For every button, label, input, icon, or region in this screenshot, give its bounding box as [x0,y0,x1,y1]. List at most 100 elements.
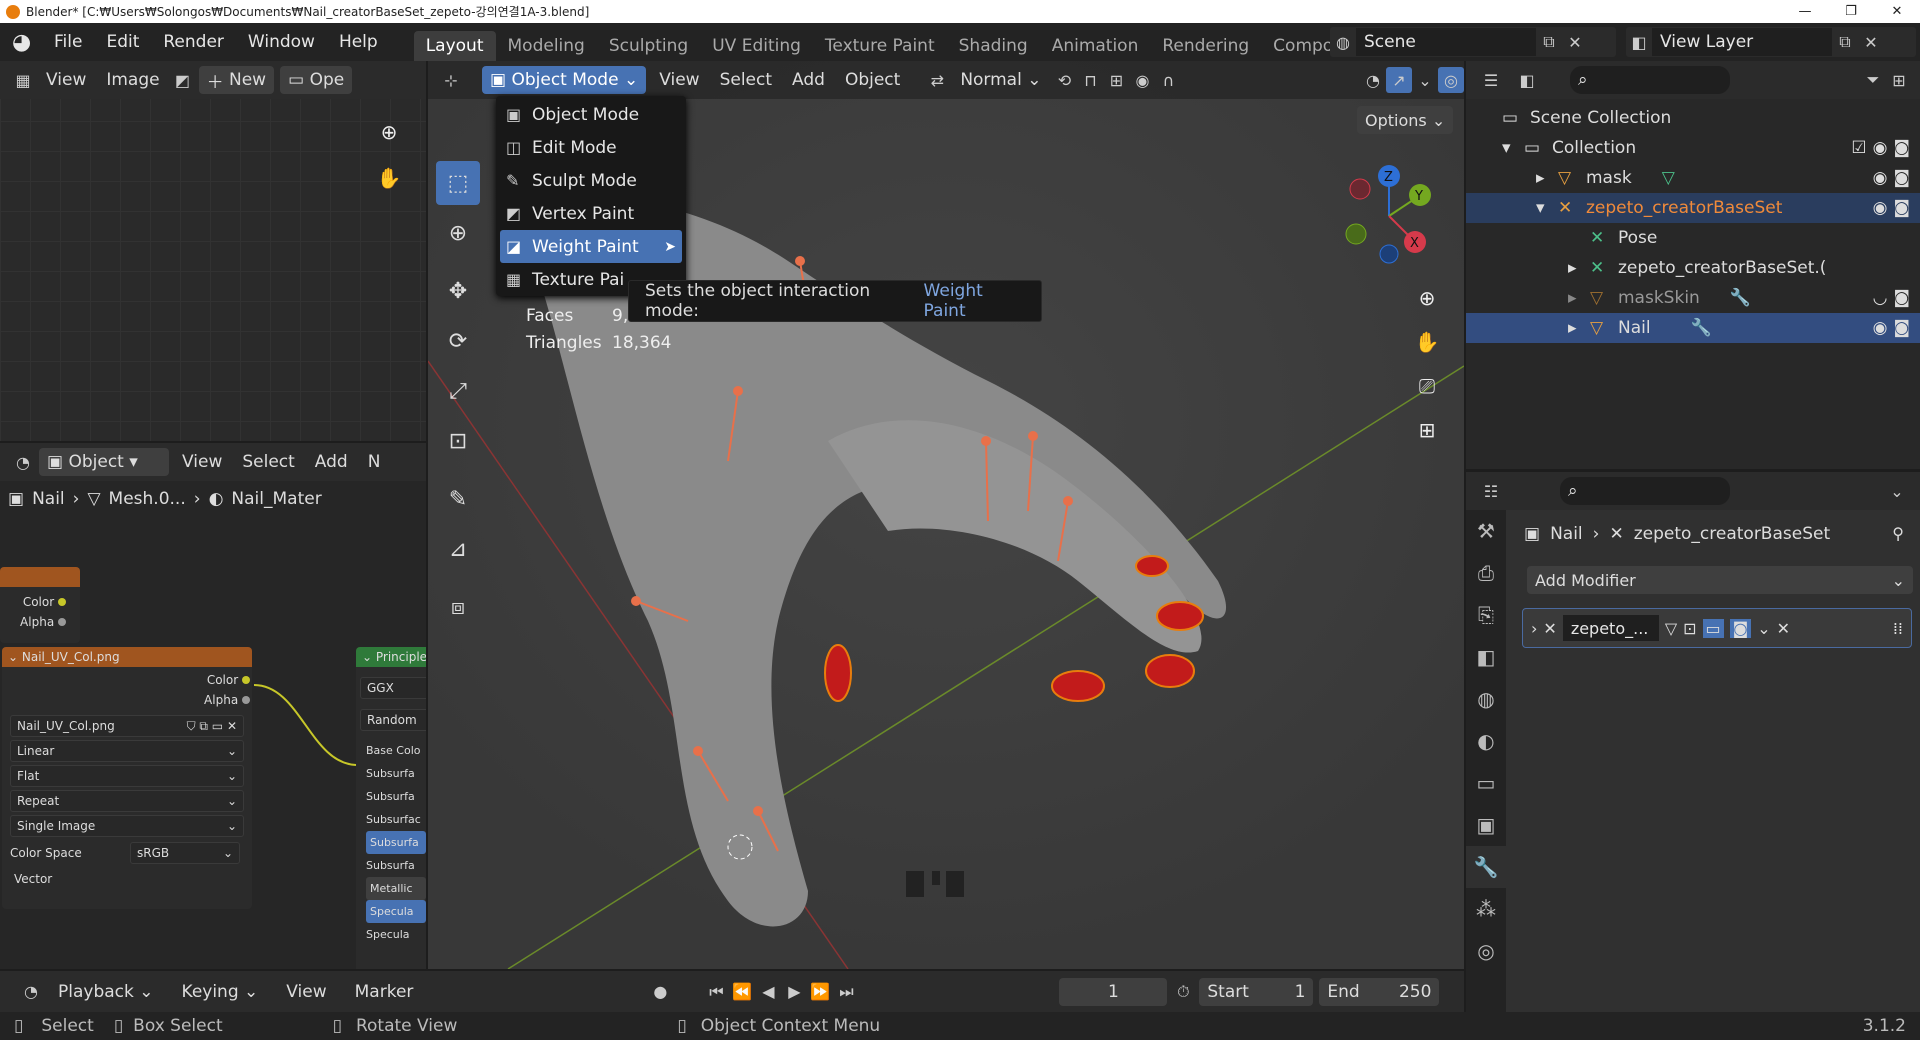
image-editor[interactable]: ▦ View Image ◩ ＋ New ▭ Ope ⊕ ✋ [0,61,426,441]
move-tool-icon[interactable]: ✥ [436,269,480,313]
delete-view-layer-icon[interactable]: ✕ [1858,29,1884,55]
camera-icon[interactable]: ◙ [1894,168,1911,188]
expand-icon[interactable]: ▾ [1502,138,1524,158]
timeline-type-icon[interactable]: ◔ [18,979,44,1005]
jump-end-icon[interactable]: ⏭ [833,979,859,1005]
camera-icon[interactable]: ◙ [1894,138,1911,158]
eye-icon[interactable]: ◉ [1873,318,1888,338]
tab-uv-editing[interactable]: UV Editing [700,31,813,61]
record-icon[interactable]: ● [647,979,673,1005]
proportional-edit-icon[interactable]: ◉ [1129,67,1155,93]
viewport-toggle-icon[interactable]: ▭ [1702,618,1724,638]
outliner-row-maskskin[interactable]: ▸ ▽ maskSkin 🔧 ◡ ◙ [1466,283,1920,313]
properties-editor[interactable]: ☷ ⌕ ⌄ ⚒ ⎙ ⎘ ◧ ◍ ◐ ▭ ▣ 🔧 ⁂ ◎ ▣ Nail › ✕ zepet… [1466,472,1920,1012]
render-toggle-icon[interactable]: ◙ [1729,618,1752,638]
view-layer-tab-icon[interactable]: ◧ [1466,636,1506,678]
particles-tab-icon[interactable]: ⁂ [1466,888,1506,930]
gizmo-toggle-icon[interactable]: ↗ [1386,67,1412,93]
collection-tab-icon[interactable]: ▭ [1466,762,1506,804]
overlays-icon[interactable]: ◎ [1438,67,1464,93]
eye-icon[interactable]: ◉ [1873,198,1888,218]
edit-mode-toggle-icon[interactable]: ▽ [1665,619,1677,638]
object-tab-icon[interactable]: ▣ [1466,804,1506,846]
expand-icon[interactable]: ▸ [1536,168,1558,188]
tab-modeling[interactable]: Modeling [496,31,597,61]
expand-icon[interactable]: ▸ [1568,318,1590,338]
viewport-menu-select[interactable]: Select [710,70,782,90]
armature-modifier-panel[interactable]: › ✕ zepeto_... ▽ ⊡ ▭ ◙ ⌄ ✕ ⁞⁞ [1522,608,1912,648]
input-subsurface-radius[interactable]: Subsurfa [366,785,426,808]
add-modifier-button[interactable]: Add Modifier ⌄ [1527,566,1913,594]
outliner-row-armature-data[interactable]: ▸ ✕ zepeto_creatorBaseSet.( [1466,253,1920,283]
menu-edit[interactable]: Edit [94,32,151,52]
tab-sculpting[interactable]: Sculpting [597,31,700,61]
eye-icon[interactable]: ◉ [1873,168,1888,188]
ortho-toggle-icon[interactable]: ⊞ [1410,413,1444,447]
minimize-icon[interactable]: — [1782,0,1828,23]
expand-icon[interactable]: ▸ [1568,288,1590,308]
object-mode-dropdown[interactable]: ▣ Object Mode ⌄ [482,66,647,94]
subsurface-method-dropdown[interactable]: Random [360,709,426,731]
transform-orientation-dropdown[interactable]: Normal ⌄ [950,70,1051,90]
viewport-editor-type-icon[interactable]: ⊹ [438,67,464,93]
outliner-row-collection[interactable]: ▾ ▭ Collection ☑ ◉ ◙ [1466,133,1920,163]
end-frame-field[interactable]: End 250 [1319,977,1440,1006]
outliner-row-mask[interactable]: ▸ ▽ mask ▽ ◉ ◙ [1466,163,1920,193]
expand-icon[interactable]: › [1531,619,1537,638]
image-menu-view[interactable]: View [36,70,96,90]
select-box-tool-icon[interactable]: ⬚ [436,161,480,205]
delete-scene-icon[interactable]: ✕ [1562,29,1588,55]
tab-shading[interactable]: Shading [947,31,1040,61]
expand-icon[interactable]: ▸ [1568,258,1590,278]
timeline-menu-view[interactable]: View [272,982,340,1002]
output-tab-icon[interactable]: ⎘ [1466,594,1506,636]
current-frame-field[interactable]: 1 [1059,977,1168,1006]
checkbox-icon[interactable]: ☑ [1851,138,1866,158]
input-subsurface-color[interactable]: Subsurfac [366,808,426,831]
view-layer-name[interactable]: View Layer [1652,28,1832,56]
view-layer-selector[interactable]: ◧ View Layer ⧉ ✕ [1626,27,1916,57]
camera-icon[interactable]: ◙ [1894,318,1911,338]
options-dropdown[interactable]: Options ⌄ [1357,106,1454,134]
eye-closed-icon[interactable]: ◡ [1873,288,1888,308]
input-specular[interactable]: Specula [366,900,426,923]
measure-tool-icon[interactable]: ⊿ [436,527,480,571]
new-collection-icon[interactable]: ⊞ [1886,67,1912,93]
timeline-menu-playback[interactable]: Playback ⌄ [44,982,168,1002]
modifier-name-field[interactable]: zepeto_... [1562,615,1659,641]
transform-orientation-icon[interactable]: ⇄ [924,67,950,93]
jump-keyframe-forward-icon[interactable]: ⏩ [807,979,833,1005]
menu-item-sculpt-mode[interactable]: ✎ Sculpt Mode [496,164,686,197]
outliner-search-input[interactable]: ⌕ [1570,66,1730,94]
pan-hand-icon[interactable]: ✋ [372,161,406,195]
visibility-icon[interactable]: ◔ [1360,67,1386,93]
cage-toggle-icon[interactable]: ⊡ [1683,619,1696,638]
camera-view-icon[interactable]: ⎚ [1410,369,1444,403]
properties-options-icon[interactable]: ⌄ [1884,478,1910,504]
shader-node-editor[interactable]: ◔ ▣ Object ▾ View Select Add N ▣ Nail › ▽… [0,443,426,969]
properties-search-input[interactable]: ⌕ [1560,477,1730,505]
modifier-menu-icon[interactable]: ⌄ [1757,619,1770,638]
outliner-row-nail[interactable]: ▸ ▽ Nail 🔧 ◉ ◙ [1466,313,1920,343]
principled-bsdf-node[interactable]: ⌄ Principle GGX Random Base Colo Subsurf… [356,647,426,969]
tab-animation[interactable]: Animation [1040,31,1151,61]
blender-menu-icon[interactable]: ◕ [12,30,42,55]
close-icon[interactable]: ✕ [1874,0,1920,23]
camera-icon[interactable]: ◙ [1894,288,1911,308]
world-tab-icon[interactable]: ◐ [1466,720,1506,762]
scene-name[interactable]: Scene [1356,28,1536,56]
properties-type-icon[interactable]: ☷ [1478,478,1504,504]
viewport-zoom-icon[interactable]: ⊕ [1410,281,1444,315]
viewport-menu-view[interactable]: View [649,70,709,90]
snap-target-icon[interactable]: ⊞ [1103,67,1129,93]
display-mode-icon[interactable]: ◧ [1514,67,1540,93]
jump-start-icon[interactable]: ⏮ [703,979,729,1005]
input-specular-tint[interactable]: Specula [366,923,426,946]
input-metallic[interactable]: Metallic [366,877,426,900]
new-image-button[interactable]: ＋ New [198,66,275,94]
expand-icon[interactable]: ▾ [1536,198,1558,218]
viewport-menu-object[interactable]: Object [835,70,910,90]
scene-selector[interactable]: ◍ Scene ⧉ ✕ [1330,27,1616,57]
render-tab-icon[interactable]: ⎙ [1466,552,1506,594]
start-frame-field[interactable]: Start 1 [1199,977,1314,1006]
